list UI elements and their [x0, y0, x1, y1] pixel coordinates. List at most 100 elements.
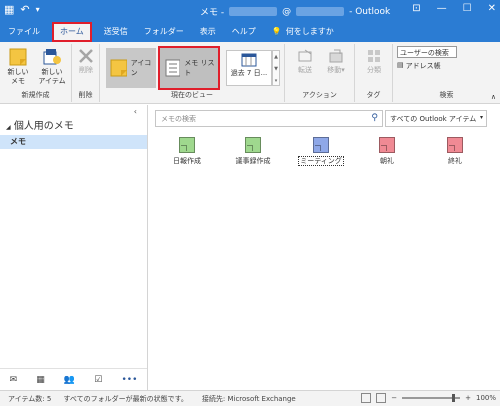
collapse-nav-icon[interactable]: ‹ [134, 107, 137, 116]
title-bar: ▦ ↶ ▾ メモ - @ - Outlook ⊡ — ☐ ✕ [0, 0, 500, 22]
folder-group-label: 個人用のメモ [13, 121, 74, 132]
ribbon-display-icon[interactable]: ⊡ [412, 3, 420, 14]
note-label: 朝礼 [380, 157, 394, 165]
note-icon [379, 137, 395, 153]
notes-grid: 日報作成 議事録作成 ミーティング 朝礼 終礼 [149, 137, 500, 177]
minimize-icon[interactable]: — [437, 3, 447, 14]
redacted-account [229, 7, 278, 16]
folder-group-my-notes[interactable]: ◢ 個人用のメモ [6, 117, 74, 132]
note-label: 議事録作成 [235, 157, 271, 165]
nav-bottom-bar: ✉ ▦ 👥 ☑ ••• [0, 368, 147, 390]
calendar-icon[interactable]: ▦ [36, 375, 45, 385]
note-item[interactable]: 議事録作成 [223, 137, 283, 166]
search-people-box[interactable]: ユーザーの検索 [397, 46, 457, 58]
tell-me-label: 何をしますか [285, 27, 334, 36]
view-icon-button[interactable]: アイコン [106, 48, 156, 88]
tasks-icon[interactable]: ☑ [94, 375, 102, 385]
forward-button[interactable]: 転送 [293, 48, 317, 75]
reading-view-icon[interactable] [376, 393, 387, 403]
connection-status: 接続先: Microsoft Exchange [201, 394, 296, 403]
note-list-icon [165, 59, 181, 77]
group-tags-label: タグ [366, 91, 381, 99]
forward-label: 転送 [298, 66, 312, 74]
note-item[interactable]: 日報作成 [157, 137, 217, 166]
note-item[interactable]: 朝礼 [357, 137, 417, 166]
ribbon-tabs: ファイル ホーム 送受信 フォルダー 表示 ヘルプ 💡 何をしますか [0, 22, 500, 42]
tab-home[interactable]: ホーム [52, 22, 92, 42]
tell-me-box[interactable]: 💡 何をしますか [264, 22, 342, 42]
delete-button[interactable]: 削除 [74, 48, 98, 75]
zoom-out-icon[interactable]: − [391, 394, 397, 402]
new-items-icon [43, 49, 61, 65]
search-input[interactable]: メモの検索 ⚲ [155, 110, 383, 127]
tab-send-receive[interactable]: 送受信 [96, 22, 136, 42]
note-icon [245, 137, 261, 153]
view-list-label: メモ リスト [184, 59, 215, 77]
expand-icon: ◢ [6, 124, 11, 131]
new-note-button[interactable]: 新しい メモ [4, 48, 32, 86]
group-new-label: 新規作成 [21, 91, 50, 99]
window-title-app: - Outlook [349, 6, 391, 17]
view-zoom-controls: − + 100% [361, 393, 496, 403]
group-find-label: 検索 [439, 91, 454, 99]
categorize-button[interactable]: 分類 [361, 48, 387, 75]
normal-view-icon[interactable] [361, 393, 372, 403]
move-button[interactable]: 移動▾ [321, 48, 351, 75]
new-items-button[interactable]: 新しい アイテム [36, 48, 68, 86]
tab-file[interactable]: ファイル [0, 22, 48, 42]
group-delete-label: 削除 [78, 91, 93, 99]
redacted-domain [296, 7, 345, 16]
group-find: ユーザーの検索 ▤ アドレス帳 検索 [393, 44, 500, 102]
search-scope-label: すべての Outlook アイテム [390, 115, 477, 123]
window-controls: ⊡ — ☐ ✕ [412, 3, 496, 14]
outlook-icon[interactable]: ▦ [4, 3, 14, 16]
tab-folder[interactable]: フォルダー [136, 22, 192, 42]
note-icon [179, 137, 195, 153]
status-bar: アイテム数: 5 すべてのフォルダーが最新の状態です。 接続先: Microso… [0, 390, 500, 406]
zoom-slider[interactable] [402, 394, 461, 402]
zoom-in-icon[interactable]: + [465, 394, 471, 402]
view-note-list-button[interactable]: メモ リスト [158, 46, 220, 90]
delete-label: 削除 [79, 66, 93, 74]
zoom-level[interactable]: 100% [476, 394, 496, 402]
search-icon[interactable]: ⚲ [371, 113, 378, 123]
undo-icon[interactable]: ↶ [20, 3, 29, 16]
forward-icon [298, 49, 312, 62]
folder-notes[interactable]: メモ [0, 135, 147, 149]
move-label: 移動 [327, 66, 342, 74]
view-icon-label: アイコン [130, 59, 152, 77]
tab-help[interactable]: ヘルプ [224, 22, 264, 42]
view-last7-label: 過去 7 日... [230, 69, 268, 77]
search-placeholder: メモの検索 [161, 115, 196, 123]
group-action-label: アクション [302, 91, 337, 99]
mail-icon[interactable]: ✉ [10, 375, 18, 385]
note-label: ミーティング [298, 156, 344, 166]
quick-access-dropdown-icon[interactable]: ▾ [36, 5, 40, 16]
group-delete: 削除 削除 [72, 44, 100, 102]
close-icon[interactable]: ✕ [488, 3, 496, 14]
group-action: 転送 移動▾ アクション [285, 44, 355, 102]
note-label: 日報作成 [173, 157, 201, 165]
notes-view: メモの検索 ⚲ すべての Outlook アイテム ▾ 日報作成 議事録作成 ミーテ… [149, 105, 500, 390]
note-item[interactable]: ミーティング [291, 137, 351, 166]
search-scope-dropdown[interactable]: すべての Outlook アイテム ▾ [385, 110, 487, 127]
window-title-prefix: メモ - [200, 8, 225, 18]
note-item[interactable]: 終礼 [425, 137, 485, 166]
move-icon [329, 49, 343, 63]
people-icon[interactable]: 👥 [64, 375, 75, 385]
address-book-button[interactable]: ▤ アドレス帳 [397, 61, 441, 71]
note-icon [313, 137, 329, 153]
address-book-label: アドレス帳 [405, 62, 441, 70]
new-items-label: 新しい アイテム [38, 68, 66, 85]
view-last-7-days-button[interactable]: 過去 7 日... [226, 50, 272, 86]
more-icon[interactable]: ••• [121, 375, 137, 385]
window-title: メモ - @ - Outlook [200, 5, 391, 19]
maximize-icon[interactable]: ☐ [463, 3, 472, 14]
categorize-label: 分類 [367, 66, 381, 74]
gallery-scroll[interactable]: ▲ ▼ ▾ [272, 50, 280, 86]
icon-view-icon [110, 59, 127, 77]
collapse-ribbon-icon[interactable]: ∧ [491, 93, 496, 101]
tab-view[interactable]: 表示 [192, 22, 224, 42]
quick-access-toolbar: ▦ ↶ ▾ [4, 3, 40, 16]
lightbulb-icon: 💡 [271, 27, 282, 36]
